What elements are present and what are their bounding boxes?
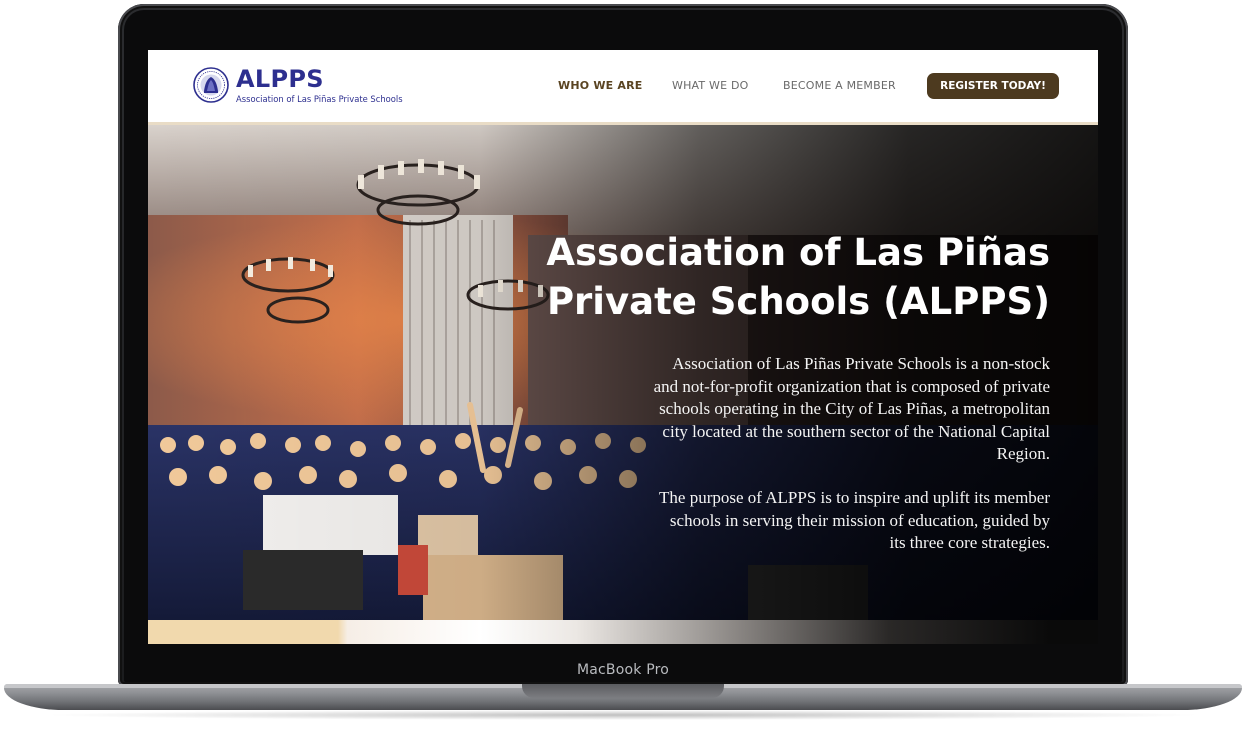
hero-bottom-strip bbox=[148, 620, 1098, 644]
nav-what-we-do[interactable]: WHAT WE DO bbox=[672, 79, 749, 92]
logo-title: ALPPS bbox=[236, 65, 324, 93]
laptop-mockup: ALPPS Association of Las Piñas Private S… bbox=[0, 0, 1246, 729]
hero-purpose: The purpose of ALPPS is to inspire and u… bbox=[659, 488, 1050, 552]
device-label: MacBook Pro bbox=[576, 662, 670, 678]
nav-become-a-member[interactable]: BECOME A MEMBER bbox=[783, 79, 896, 92]
logo-subtitle: Association of Las Piñas Private Schools bbox=[236, 94, 403, 104]
hero-title-line2: Private Schools (ALPPS) bbox=[546, 280, 1050, 323]
hero-title: Association of Las Piñas Private Schools… bbox=[510, 228, 1050, 326]
hero-title-line1: Association of Las Piñas bbox=[546, 231, 1050, 274]
register-today-button[interactable]: REGISTER TODAY! bbox=[927, 73, 1059, 99]
hero-description: Association of Las Piñas Private Schools… bbox=[653, 354, 1050, 463]
alpps-seal-icon bbox=[193, 67, 229, 103]
laptop-shadow bbox=[40, 710, 1206, 720]
browser-screen: ALPPS Association of Las Piñas Private S… bbox=[148, 50, 1098, 644]
site-header: ALPPS Association of Las Piñas Private S… bbox=[148, 50, 1098, 125]
hero-section: Association of Las Piñas Private Schools… bbox=[148, 125, 1098, 620]
laptop-hinge-notch bbox=[522, 684, 724, 698]
nav-who-we-are[interactable]: WHO WE ARE bbox=[558, 79, 643, 92]
